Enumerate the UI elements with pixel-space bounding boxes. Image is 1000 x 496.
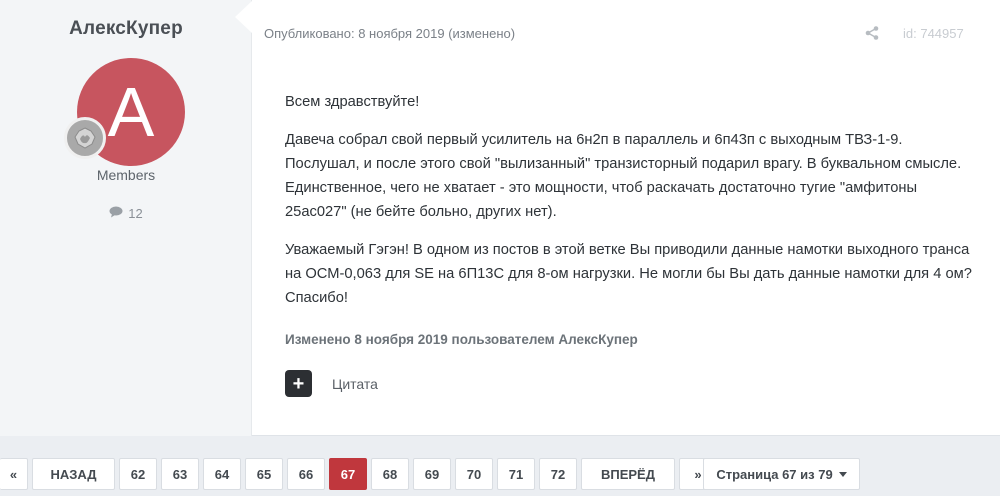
first-page-button[interactable]: « [0, 458, 28, 490]
page-jump-dropdown[interactable]: Страница 67 из 79 [703, 458, 860, 490]
author-name[interactable]: АлексКупер [0, 18, 252, 40]
post-arrow [235, 0, 253, 34]
prev-page-button[interactable]: НАЗАД [32, 458, 115, 490]
page-link[interactable]: 68 [371, 458, 409, 490]
page-link[interactable]: 72 [539, 458, 577, 490]
avatar-letter: A [107, 73, 155, 151]
post-paragraph: Давеча собрал свой первый усилитель на 6… [285, 132, 962, 220]
quote-button[interactable]: Цитата [332, 376, 378, 392]
page-jump-label: Страница 67 из 79 [716, 466, 833, 482]
multiquote-add-button[interactable]: + [285, 370, 312, 397]
share-icon[interactable] [864, 25, 880, 41]
author-panel: АлексКупер A Members 12 [0, 0, 252, 436]
post-content: Всем здравствуйте! Давеча собрал свой пе… [285, 90, 975, 324]
page-link[interactable]: 63 [161, 458, 199, 490]
current-page[interactable]: 67 [329, 458, 367, 490]
comment-icon [109, 206, 123, 221]
page-link[interactable]: 70 [455, 458, 493, 490]
page-link[interactable]: 66 [287, 458, 325, 490]
caret-down-icon [838, 471, 847, 477]
next-page-button[interactable]: ВПЕРЁД [581, 458, 675, 490]
page-link[interactable]: 62 [119, 458, 157, 490]
page-link[interactable]: 64 [203, 458, 241, 490]
post-count-value: 12 [128, 206, 143, 221]
post-count: 12 [0, 206, 252, 221]
edited-note: Изменено 8 ноября 2019 пользователем Але… [285, 332, 638, 347]
page-link[interactable]: 71 [497, 458, 535, 490]
pagination: « НАЗАД 62 63 64 65 66 67 68 69 70 71 72… [0, 458, 717, 490]
page-link[interactable]: 69 [413, 458, 451, 490]
post-paragraph: Всем здравствуйте! [285, 94, 420, 110]
post-id: id: 744957 [903, 26, 964, 41]
page-link[interactable]: 65 [245, 458, 283, 490]
rank-badge-icon [64, 117, 106, 159]
post-meta[interactable]: Опубликовано: 8 ноября 2019 (изменено) [264, 26, 515, 41]
post-paragraph: Уважаемый Гэгэн! В одном из постов в это… [285, 242, 972, 306]
forum-post: АлексКупер A Members 12 Опубликовано: 8 … [0, 0, 1000, 436]
member-group: Members [96, 167, 156, 183]
